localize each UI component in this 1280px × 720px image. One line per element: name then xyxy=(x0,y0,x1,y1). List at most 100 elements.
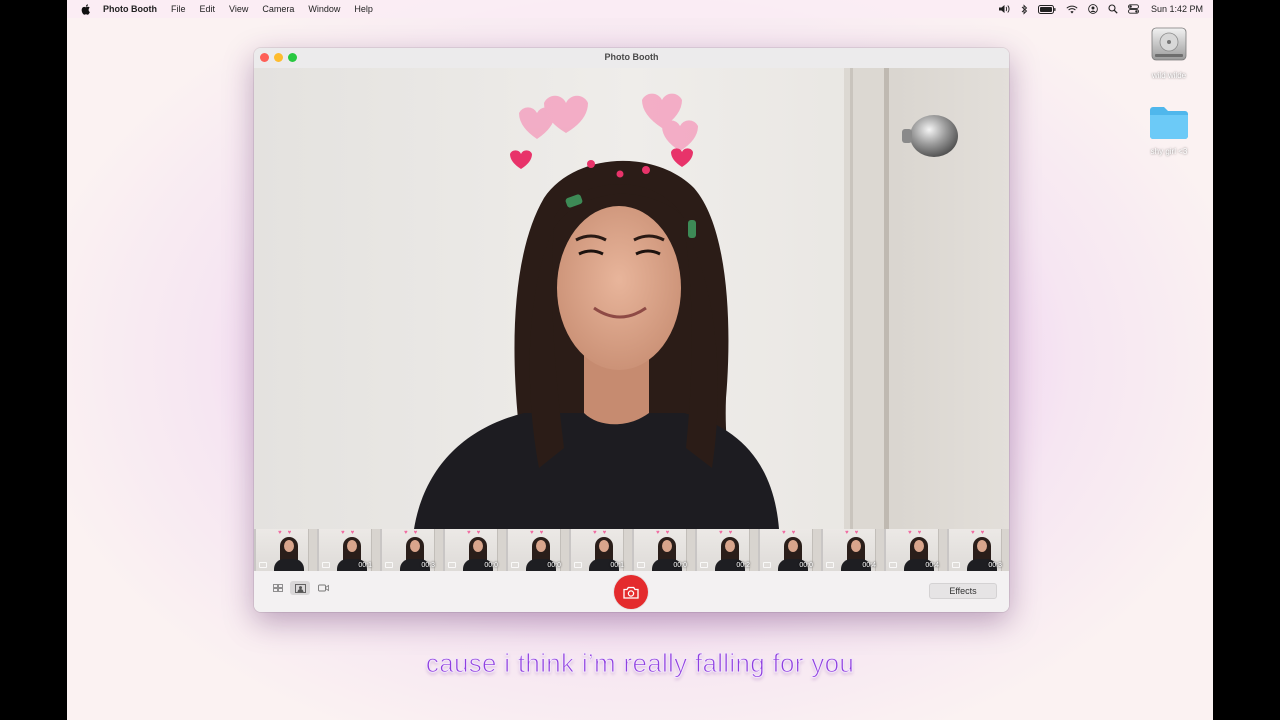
grid-view-button[interactable] xyxy=(268,581,288,595)
window-title: Photo Booth xyxy=(604,52,659,62)
thumbnail-hearts: ♥♥ xyxy=(782,530,802,536)
user-icon[interactable] xyxy=(1088,4,1098,14)
video-clip-icon xyxy=(259,562,267,568)
thumbnail-face xyxy=(284,540,294,552)
thumbnail-duration: 00:1 xyxy=(358,562,372,569)
video-clip-icon xyxy=(511,562,519,568)
thumbnail-hearts: ♥♥ xyxy=(467,530,487,536)
thumbnail-duration: 00:0 xyxy=(547,562,561,569)
menu-view[interactable]: View xyxy=(229,4,248,14)
thumbnail-face xyxy=(410,540,420,552)
video-clip-icon xyxy=(763,562,771,568)
camera-icon xyxy=(623,586,639,599)
volume-icon[interactable] xyxy=(998,4,1011,14)
bluetooth-icon[interactable] xyxy=(1021,3,1028,15)
thumbnail-door xyxy=(308,529,317,571)
window-titlebar[interactable]: Photo Booth xyxy=(254,48,1009,69)
thumbnail-door xyxy=(497,529,506,571)
filmstrip-thumbnail[interactable]: ♥♥ 00:2 xyxy=(697,529,758,571)
thumbnail-face xyxy=(977,540,987,552)
menu-camera[interactable]: Camera xyxy=(262,4,294,14)
menu-bar-status-area: Sun 1:42 PM xyxy=(998,0,1203,18)
thumbnail-face xyxy=(788,540,798,552)
effects-button[interactable]: Effects xyxy=(929,583,997,599)
menu-window[interactable]: Window xyxy=(308,4,340,14)
thumbnail-door xyxy=(938,529,947,571)
thumbnail-body xyxy=(274,559,304,571)
video-clip-icon xyxy=(448,562,456,568)
desktop-icon-label: shy girl <3 xyxy=(1150,147,1188,156)
video-clip-icon xyxy=(322,562,330,568)
wifi-icon[interactable] xyxy=(1066,5,1078,14)
thumbnail-duration: 00:4 xyxy=(925,562,939,569)
single-photo-icon xyxy=(294,583,306,593)
thumbnail-face xyxy=(914,540,924,552)
thumbnail-duration: 00:3 xyxy=(421,562,435,569)
desktop-icon-label: wild wilde xyxy=(1151,71,1187,80)
thumbnail-duration: 00:1 xyxy=(610,562,624,569)
thumbnail-door xyxy=(434,529,443,571)
thumbnail-hearts: ♥♥ xyxy=(845,530,865,536)
apple-menu-icon[interactable] xyxy=(81,3,91,15)
desktop-icon-hard-drive[interactable]: wild wilde xyxy=(1129,24,1209,80)
filmstrip-thumbnail[interactable]: ♥♥ 00:0 xyxy=(760,529,821,571)
video-clip-icon xyxy=(637,562,645,568)
desktop-screen: Photo Booth File Edit View Camera Window… xyxy=(67,0,1213,720)
thumbnail-hearts: ♥♥ xyxy=(530,530,550,536)
thumbnail-hearts: ♥♥ xyxy=(278,530,298,536)
thumbnail-face xyxy=(851,540,861,552)
filmstrip-thumbnail[interactable]: ♥♥ 00:4 xyxy=(886,529,947,571)
thumbnail-face xyxy=(473,540,483,552)
folder-icon xyxy=(1150,107,1188,139)
grid-view-icon xyxy=(273,584,283,592)
thumbnail-door xyxy=(371,529,380,571)
thumbnail-hearts: ♥♥ xyxy=(971,530,991,536)
thumbnail-door xyxy=(749,529,758,571)
thumbnail-face xyxy=(599,540,609,552)
filmstrip-thumbnail[interactable]: ♥♥ xyxy=(256,529,317,571)
video-icon xyxy=(317,584,329,592)
bottom-toolbar: Effects xyxy=(254,571,1009,612)
thumbnail-door xyxy=(623,529,632,571)
menu-bar-clock[interactable]: Sun 1:42 PM xyxy=(1151,4,1203,14)
video-mode-button[interactable] xyxy=(313,581,333,595)
filmstrip-thumbnail[interactable]: ♥♥ 00:1 xyxy=(571,529,632,571)
desktop-icon-folder[interactable]: shy girl <3 xyxy=(1129,104,1209,156)
filmstrip-thumbnail[interactable]: ♥♥ 00:4 xyxy=(823,529,884,571)
spotlight-icon[interactable] xyxy=(1108,4,1118,14)
menu-help[interactable]: Help xyxy=(354,4,373,14)
filmstrip-thumbnail[interactable]: ♥♥ 00:1 xyxy=(319,529,380,571)
filmstrip-thumbnail[interactable]: ♥♥ 00:3 xyxy=(949,529,1009,571)
camera-feed-image xyxy=(254,68,1009,529)
camera-preview xyxy=(254,68,1009,529)
thumbnail-hearts: ♥♥ xyxy=(908,530,928,536)
thumbnail-face xyxy=(662,540,672,552)
photo-booth-window: Photo Booth ♥♥ ♥♥ 00:1 ♥♥ 00:3 ♥♥ 00:0 ♥… xyxy=(254,48,1009,612)
filmstrip-thumbnail[interactable]: ♥♥ 00:0 xyxy=(445,529,506,571)
thumbnail-hearts: ♥♥ xyxy=(593,530,613,536)
thumbnail-door xyxy=(1001,529,1009,571)
video-clip-icon xyxy=(385,562,393,568)
filmstrip-thumbnail[interactable]: ♥♥ 00:0 xyxy=(508,529,569,571)
video-clip-icon xyxy=(826,562,834,568)
menu-bar: Photo Booth File Edit View Camera Window… xyxy=(67,0,1213,18)
battery-icon[interactable] xyxy=(1037,4,1056,14)
filmstrip-thumbnail[interactable]: ♥♥ 00:3 xyxy=(382,529,443,571)
menu-edit[interactable]: Edit xyxy=(200,4,216,14)
take-photo-button[interactable] xyxy=(614,575,648,609)
thumbnail-hearts: ♥♥ xyxy=(341,530,361,536)
thumbnail-door xyxy=(812,529,821,571)
video-clip-icon xyxy=(700,562,708,568)
control-center-icon[interactable] xyxy=(1128,4,1139,14)
thumbnail-hearts: ♥♥ xyxy=(656,530,676,536)
thumbnail-door xyxy=(560,529,569,571)
menu-app-name[interactable]: Photo Booth xyxy=(103,4,157,14)
thumbnail-duration: 00:0 xyxy=(799,562,813,569)
single-photo-button[interactable] xyxy=(290,581,310,595)
thumbnail-face xyxy=(725,540,735,552)
thumbnail-hearts: ♥♥ xyxy=(719,530,739,536)
video-caption: cause i think i’m really falling for you xyxy=(425,648,855,679)
menu-file[interactable]: File xyxy=(171,4,186,14)
filmstrip-thumbnail[interactable]: ♥♥ 00:0 xyxy=(634,529,695,571)
thumbnail-duration: 00:0 xyxy=(673,562,687,569)
